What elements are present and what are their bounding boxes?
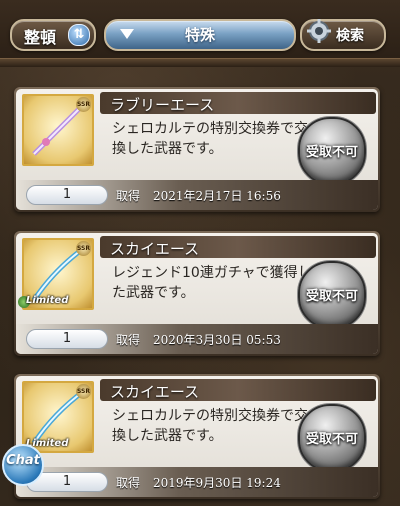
item-name-bar: ラブリーエース	[100, 92, 376, 114]
toolbar-divider	[0, 58, 400, 67]
rarity-ssr-badge: SSR	[76, 384, 91, 399]
item-footer: 1 取得 2020年3月30日 05:53	[16, 324, 378, 354]
item-footer: 1 取得 2021年2月17日 16:56	[16, 180, 378, 210]
item-quantity: 1	[26, 185, 108, 205]
chat-button[interactable]: Chat	[2, 444, 44, 486]
search-button[interactable]: 検索	[300, 19, 386, 51]
limited-label: Limited	[26, 295, 69, 306]
chat-label: Chat	[6, 453, 40, 468]
item-card-body: SSR ラブリーエース シェロカルテの特別交換券で交換した武器です。 受取不可 …	[16, 89, 378, 210]
receive-status-label: 受取不可	[305, 145, 358, 160]
item-description: レジェンド10連ガチャで獲得した武器です。	[112, 265, 312, 301]
filter-dropdown[interactable]: 特殊	[104, 19, 296, 51]
item-card-body: SSR Limited スカイエース シェロカルテの特別交換券で交換した武器です…	[16, 376, 378, 497]
rarity-ssr-badge: SSR	[76, 241, 91, 256]
receive-status-button[interactable]: 受取不可	[298, 261, 366, 329]
acquired-date: 2021年2月17日 16:56	[153, 189, 281, 203]
item-footer: 1 取得 2019年9月30日 19:24	[16, 467, 378, 497]
item-card[interactable]: SSR Limited スカイエース シェロカルテの特別交換券で交換した武器です…	[14, 374, 380, 499]
item-name-bar: スカイエース	[100, 379, 376, 401]
receive-status-label: 受取不可	[305, 289, 358, 304]
item-description: シェロカルテの特別交換券で交換した武器です。	[112, 121, 308, 157]
toolbar: 整頓 ⇅ 特殊 検索	[0, 0, 400, 67]
item-description: シェロカルテの特別交換券で交換した武器です。	[112, 408, 308, 444]
sort-button[interactable]: 整頓 ⇅	[10, 19, 96, 51]
search-label: 検索	[336, 28, 364, 44]
weapon-thumbnail: SSR Limited	[22, 381, 94, 453]
item-card[interactable]: SSR Limited スカイエース レジェンド10連ガチャで獲得した武器です。…	[14, 231, 380, 356]
sort-order-icon: ⇅	[68, 24, 90, 46]
receive-status-button[interactable]: 受取不可	[298, 404, 366, 472]
item-name-bar: スカイエース	[100, 236, 376, 258]
item-name: スカイエース	[110, 240, 200, 258]
acquired-label: 取得	[116, 333, 141, 347]
item-card[interactable]: SSR ラブリーエース シェロカルテの特別交換券で交換した武器です。 受取不可 …	[14, 87, 380, 212]
item-quantity: 1	[26, 329, 108, 349]
acquired-label: 取得	[116, 476, 141, 490]
item-name: ラブリーエース	[110, 96, 215, 114]
filter-label: 特殊	[184, 26, 215, 44]
receive-status-button[interactable]: 受取不可	[298, 117, 366, 185]
receive-status-label: 受取不可	[305, 432, 358, 447]
acquired-date: 2019年9月30日 19:24	[153, 476, 281, 490]
rarity-ssr-badge: SSR	[76, 97, 91, 112]
gear-search-icon	[307, 19, 331, 43]
item-card-body: SSR Limited スカイエース レジェンド10連ガチャで獲得した武器です。…	[16, 233, 378, 354]
acquired-date: 2020年3月30日 05:53	[153, 333, 281, 347]
weapon-thumbnail: SSR	[22, 94, 94, 166]
item-name: スカイエース	[110, 383, 200, 401]
acquired-label: 取得	[116, 189, 141, 203]
weapon-thumbnail: SSR Limited	[18, 238, 94, 310]
sort-label: 整頓	[24, 28, 57, 47]
